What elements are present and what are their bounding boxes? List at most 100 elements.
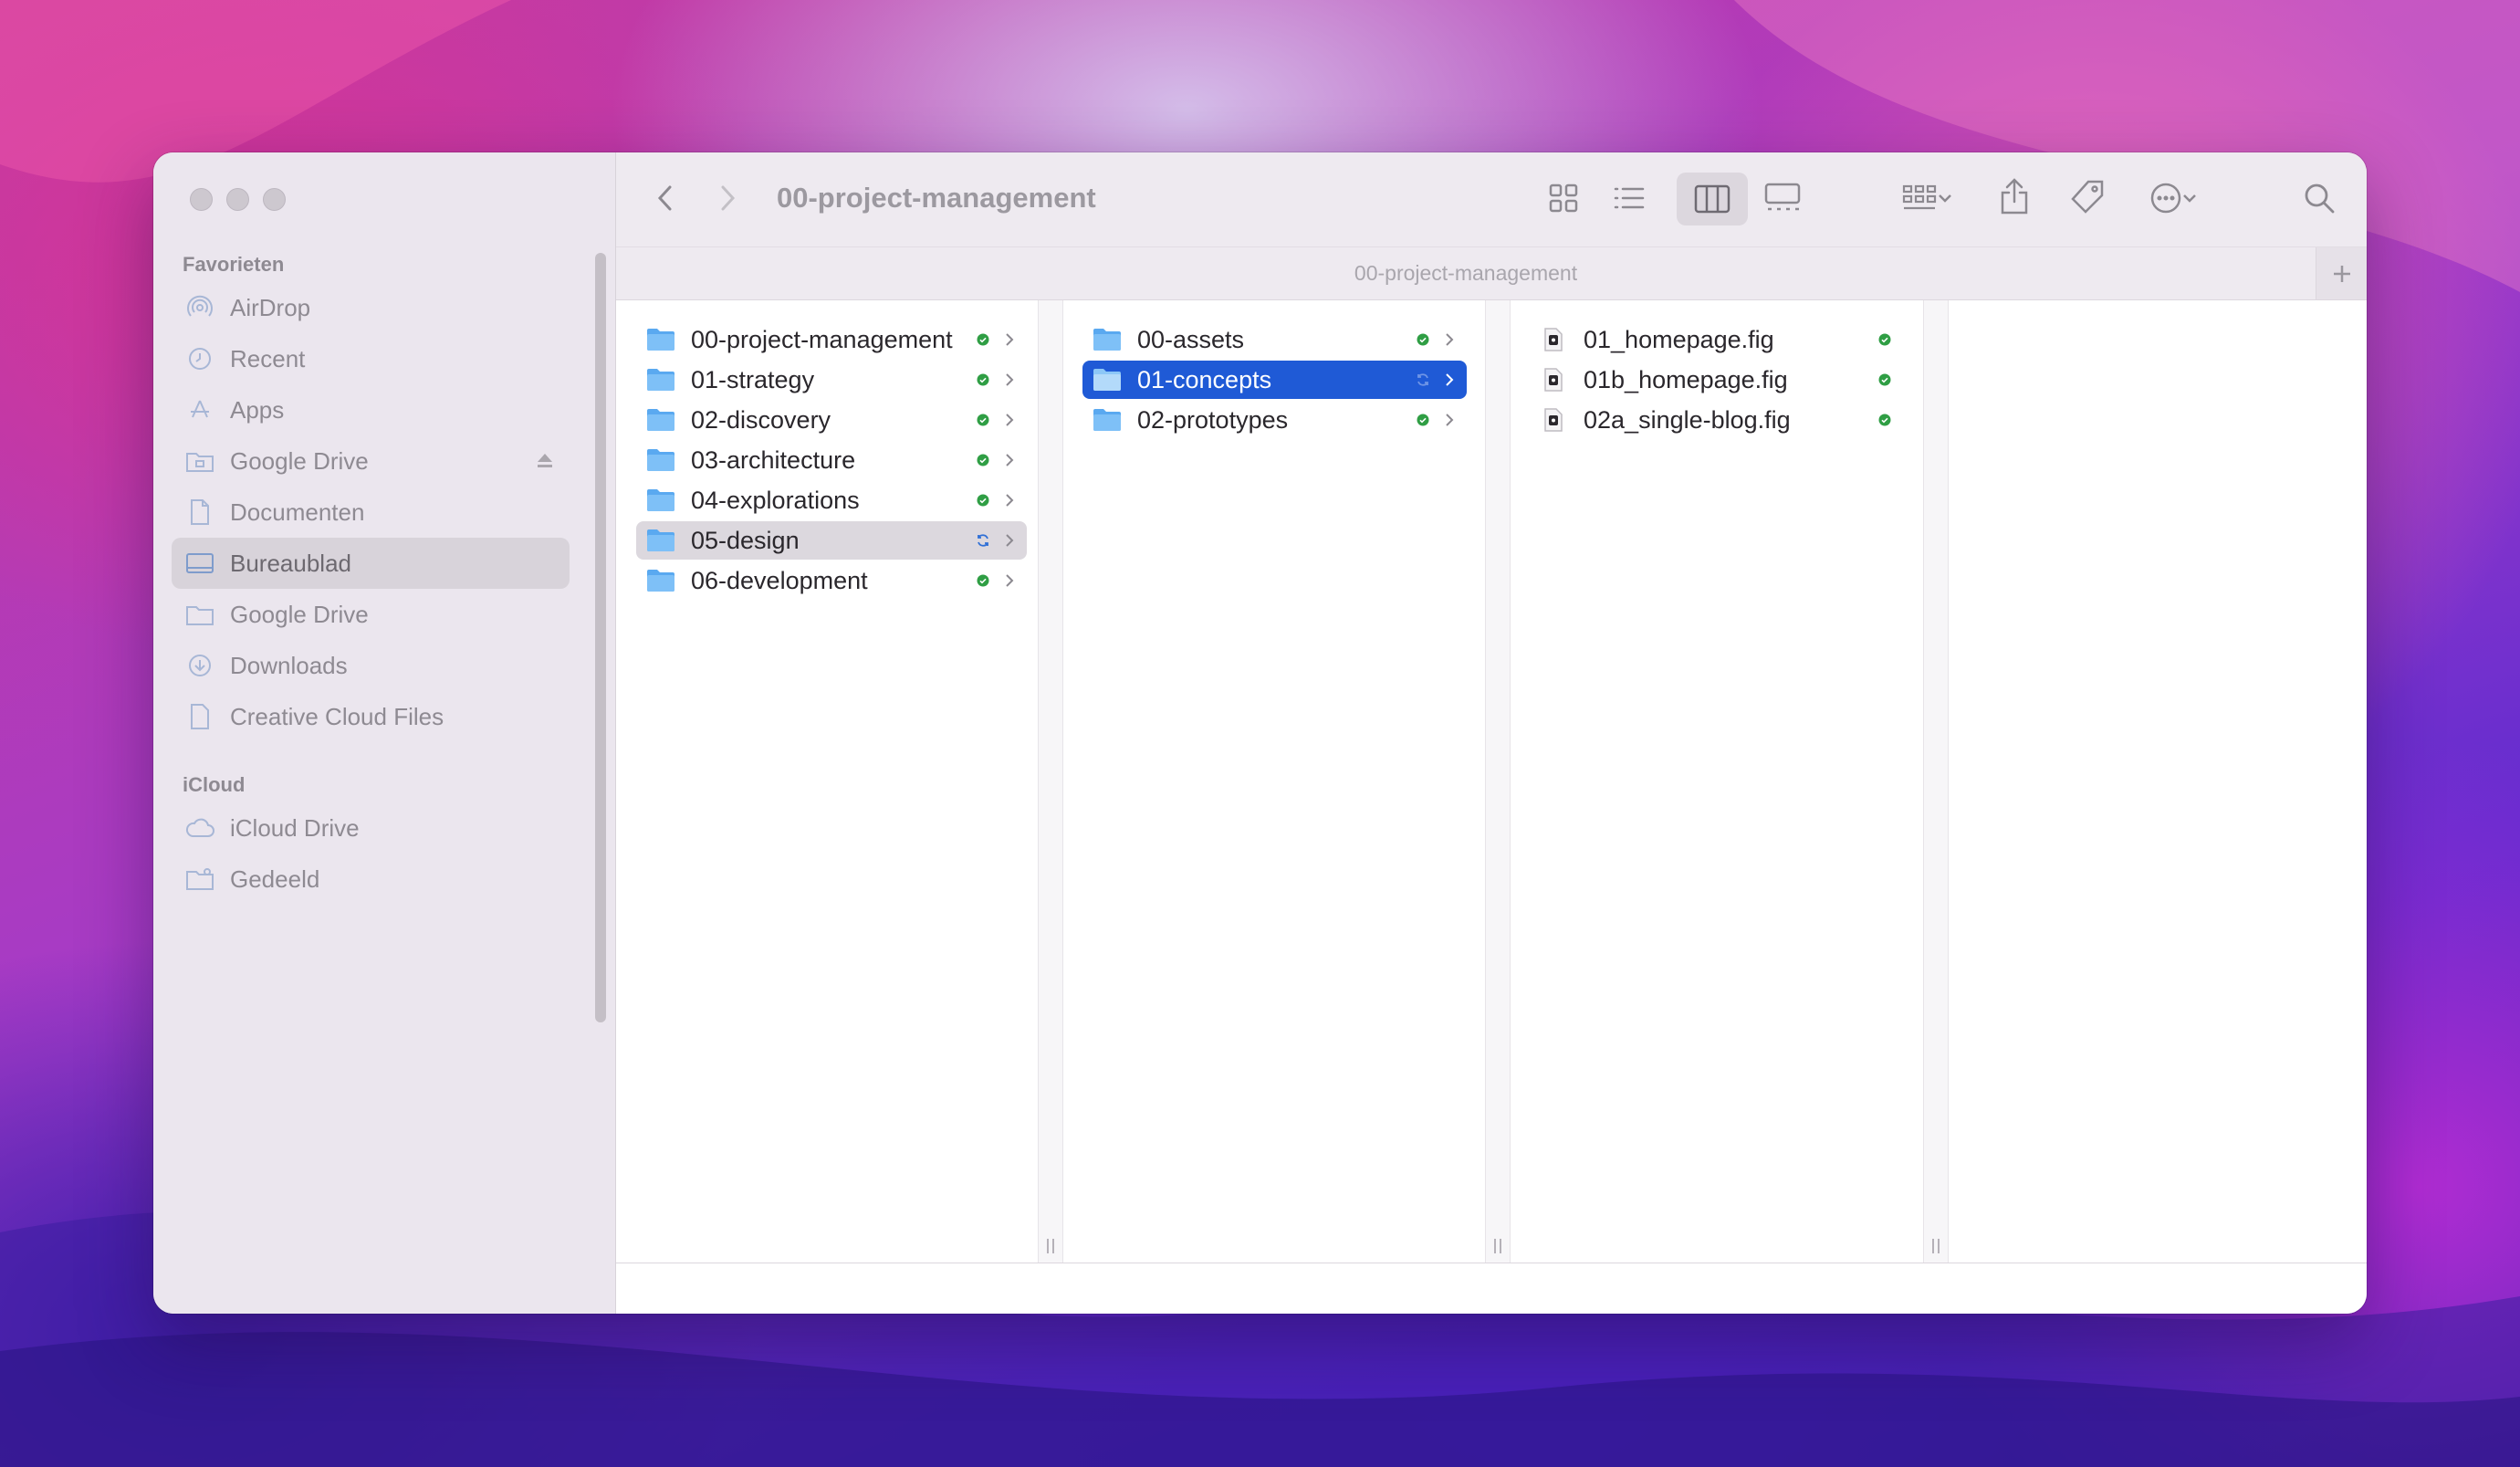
sidebar-heading-icloud: iCloud [183, 773, 246, 796]
airdrop-icon [184, 292, 215, 323]
window-controls [190, 188, 286, 211]
plus-icon [2333, 265, 2350, 282]
sidebar-item-google-drive-folder[interactable]: Google Drive [172, 589, 570, 640]
list-item-folder[interactable]: 02-prototypes [1082, 401, 1467, 439]
chevron-right-icon [1003, 453, 1016, 467]
list-item-file[interactable]: 02a_single-blog.fig [1529, 401, 1905, 439]
item-name: 02a_single-blog.fig [1584, 405, 1791, 434]
icon-view-button[interactable] [1545, 180, 1582, 216]
syncing-icon [1416, 372, 1430, 387]
chevron-right-icon [1003, 372, 1016, 387]
synced-icon [976, 372, 990, 387]
chevron-right-icon [1443, 372, 1456, 387]
chevron-right-icon [721, 185, 736, 211]
folder-icon [645, 527, 676, 554]
list-item-folder[interactable]: 06-development [636, 561, 1027, 600]
sidebar-item-icloud-drive[interactable]: iCloud Drive [172, 802, 570, 854]
list-view-button[interactable] [1611, 180, 1647, 216]
list-item-file[interactable]: 01b_homepage.fig [1529, 361, 1905, 399]
shared-folder-icon [184, 864, 215, 895]
item-name: 02-discovery [691, 405, 831, 434]
finder-window: Favorieten AirDrop Recent Apps Google Dr… [153, 152, 2367, 1314]
eject-icon[interactable] [535, 450, 555, 475]
sidebar-item-airdrop[interactable]: AirDrop [172, 282, 570, 333]
sidebar-item-documenten[interactable]: Documenten [172, 487, 570, 538]
list-item-folder-selected[interactable]: 01-concepts [1082, 361, 1467, 399]
synced-icon [976, 453, 990, 467]
list-item-folder[interactable]: 01-strategy [636, 361, 1027, 399]
folder-icon [645, 406, 676, 434]
figma-file-icon [1538, 326, 1569, 353]
synced-icon [1877, 413, 1892, 427]
item-name: 05-design [691, 526, 800, 554]
synced-icon [1877, 332, 1892, 347]
column-resize-handle[interactable] [1038, 300, 1063, 1263]
list-item-folder[interactable]: 00-assets [1082, 320, 1467, 359]
tab-title[interactable]: 00-project-management [616, 261, 2316, 286]
status-bar [616, 1263, 2367, 1314]
chevron-left-icon [657, 185, 672, 211]
sidebar-item-label: AirDrop [230, 293, 311, 321]
list-item-folder[interactable]: 02-discovery [636, 401, 1027, 439]
tag-button[interactable] [2067, 176, 2107, 218]
sidebar-item-recent[interactable]: Recent [172, 333, 570, 384]
column-4-empty[interactable] [1949, 300, 2367, 1263]
sidebar-item-gedeeld[interactable]: Gedeeld [172, 854, 570, 905]
synced-icon [1416, 413, 1430, 427]
column-resize-handle[interactable] [1485, 300, 1511, 1263]
synced-icon [976, 573, 990, 588]
sidebar-item-apps[interactable]: Apps [172, 384, 570, 435]
folder-icon [645, 446, 676, 474]
item-name: 03-architecture [691, 445, 856, 474]
zoom-button[interactable] [263, 188, 286, 211]
folder-icon [1092, 366, 1123, 393]
more-actions-button[interactable] [2138, 178, 2208, 218]
minimize-button[interactable] [226, 188, 249, 211]
clock-icon [184, 343, 215, 374]
sidebar-item-downloads[interactable]: Downloads [172, 640, 570, 691]
group-button[interactable] [1892, 180, 1961, 216]
list-item-folder-selected[interactable]: 05-design [636, 521, 1027, 560]
apps-icon [184, 394, 215, 425]
document-icon [184, 497, 215, 528]
list-item-file[interactable]: 01_homepage.fig [1529, 320, 1905, 359]
forward-button[interactable] [711, 180, 744, 216]
list-item-folder[interactable]: 00-project-management [636, 320, 1027, 359]
sidebar-item-label: iCloud Drive [230, 813, 360, 842]
synced-icon [976, 332, 990, 347]
chevron-right-icon [1003, 332, 1016, 347]
sidebar-scrollbar[interactable] [595, 253, 606, 1022]
column-resize-handle[interactable] [1923, 300, 1949, 1263]
column-3[interactable]: 01_homepage.fig 01b_homepage.fig 02a_sin… [1511, 300, 1923, 1263]
share-button[interactable] [1996, 174, 2033, 218]
tab-bar: 00-project-management [616, 247, 2367, 300]
sidebar-item-label: Documenten [230, 498, 365, 526]
back-button[interactable] [649, 180, 682, 216]
chevron-down-icon [1939, 194, 1951, 203]
drive-icon [184, 445, 215, 477]
file-icon [184, 701, 215, 732]
sidebar-item-label: Google Drive [230, 446, 369, 475]
folder-icon [1092, 326, 1123, 353]
sidebar-item-google-drive[interactable]: Google Drive [172, 435, 570, 487]
close-button[interactable] [190, 188, 213, 211]
chevron-right-icon [1443, 413, 1456, 427]
item-name: 00-assets [1137, 325, 1245, 353]
cloud-icon [184, 812, 215, 844]
chevron-right-icon [1003, 533, 1016, 548]
column-2[interactable]: 00-assets 01-concepts 02-prototypes [1063, 300, 1485, 1263]
sidebar-heading-favorieten: Favorieten [183, 253, 285, 276]
ellipsis-circle-icon [2150, 183, 2181, 214]
chevron-right-icon [1003, 413, 1016, 427]
synced-icon [1877, 372, 1892, 387]
toolbar: 00-project-management [616, 152, 2367, 247]
new-tab-button[interactable] [2316, 247, 2367, 299]
share-icon [2001, 178, 2028, 215]
list-item-folder[interactable]: 04-explorations [636, 481, 1027, 519]
search-button[interactable] [2299, 178, 2339, 218]
item-name: 02-prototypes [1137, 405, 1289, 434]
sidebar-item-creative-cloud-files[interactable]: Creative Cloud Files [172, 691, 570, 742]
gallery-view-button[interactable] [1762, 180, 1803, 216]
list-item-folder[interactable]: 03-architecture [636, 441, 1027, 479]
sidebar-item-bureaublad[interactable]: Bureaublad [172, 538, 570, 589]
